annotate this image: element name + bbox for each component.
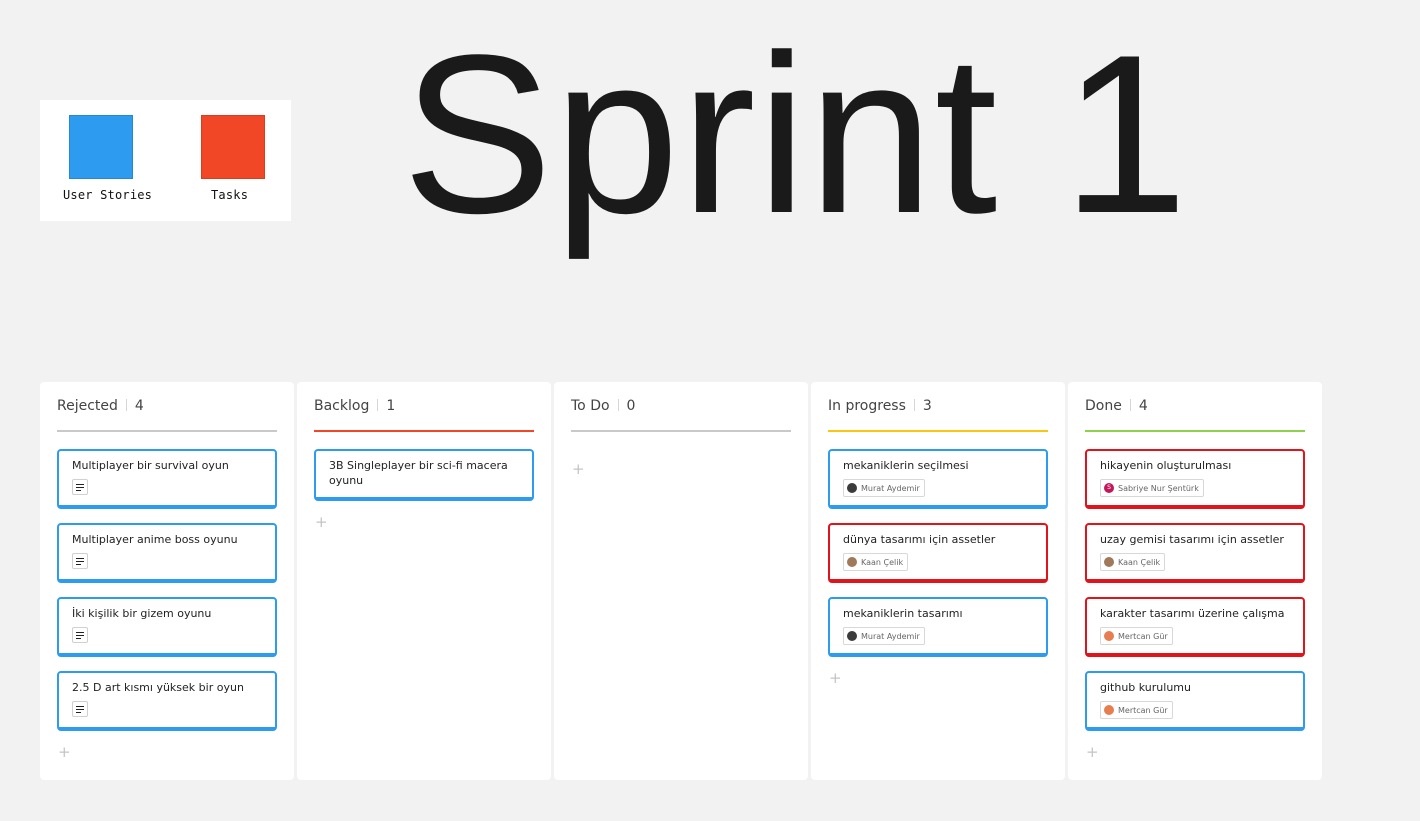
- assignee-chip[interactable]: S Sabriye Nur Şentürk: [1100, 479, 1204, 497]
- card-title: Multiplayer anime boss oyunu: [72, 533, 238, 546]
- column-count: 1: [386, 398, 396, 414]
- assignee-name: Murat Aydemir: [861, 631, 920, 641]
- card[interactable]: Multiplayer bir survival oyun: [57, 449, 277, 509]
- description-icon[interactable]: [72, 627, 88, 643]
- column-rejected: Rejected 4 Multiplayer bir survival oyun …: [40, 382, 294, 780]
- add-card-button[interactable]: +: [315, 515, 328, 530]
- avatar: [1104, 557, 1114, 567]
- add-card-button[interactable]: +: [829, 671, 842, 686]
- column-count: 0: [626, 398, 636, 414]
- add-card-button[interactable]: +: [572, 462, 585, 477]
- card[interactable]: karakter tasarımı üzerine çalışma Mertca…: [1085, 597, 1305, 657]
- card[interactable]: github kurulumu Mertcan Gür: [1085, 671, 1305, 731]
- add-card-button[interactable]: +: [58, 745, 71, 760]
- avatar: [1104, 631, 1114, 641]
- column-rule: [571, 430, 791, 432]
- column-rule: [314, 430, 534, 432]
- assignee-name: Mertcan Gür: [1118, 705, 1168, 715]
- column-header[interactable]: Backlog 1: [314, 398, 395, 414]
- column-rule: [828, 430, 1048, 432]
- column-done: Done 4 hikayenin oluşturulması S Sabriye …: [1068, 382, 1322, 780]
- card-title: dünya tasarımı için assetler: [843, 533, 996, 546]
- card-title: karakter tasarımı üzerine çalışma: [1100, 607, 1285, 620]
- assignee-name: Mertcan Gür: [1118, 631, 1168, 641]
- header-separator: [125, 399, 127, 411]
- avatar: S: [1104, 483, 1114, 493]
- sprint-title[interactable]: Sprint 1: [402, 14, 1189, 254]
- assignee-name: Sabriye Nur Şentürk: [1118, 483, 1199, 493]
- card-title: İki kişilik bir gizem oyunu: [72, 607, 212, 620]
- card-title: mekaniklerin seçilmesi: [843, 459, 969, 472]
- assignee-chip[interactable]: Murat Aydemir: [843, 479, 925, 497]
- card[interactable]: Multiplayer anime boss oyunu: [57, 523, 277, 583]
- header-separator: [617, 399, 619, 411]
- column-header[interactable]: Done 4: [1085, 398, 1148, 414]
- assignee-chip[interactable]: Murat Aydemir: [843, 627, 925, 645]
- header-separator: [913, 399, 915, 411]
- column-header[interactable]: Rejected 4: [57, 398, 144, 414]
- assignee-name: Kaan Çelik: [1118, 557, 1161, 567]
- user-stories-label: User Stories: [63, 188, 153, 202]
- tasks-label: Tasks: [211, 188, 249, 202]
- assignee-chip[interactable]: Mertcan Gür: [1100, 701, 1173, 719]
- column-title: Rejected: [57, 398, 118, 414]
- column-in-progress: In progress 3 mekaniklerin seçilmesi Mura…: [811, 382, 1065, 780]
- column-title: Done: [1085, 398, 1122, 414]
- card[interactable]: hikayenin oluşturulması S Sabriye Nur Şe…: [1085, 449, 1305, 509]
- card[interactable]: 2.5 D art kısmı yüksek bir oyun: [57, 671, 277, 731]
- user-stories-swatch: [69, 115, 133, 179]
- card[interactable]: uzay gemisi tasarımı için assetler Kaan …: [1085, 523, 1305, 583]
- description-icon[interactable]: [72, 553, 88, 569]
- kanban-board: Rejected 4 Multiplayer bir survival oyun …: [40, 382, 1324, 780]
- column-backlog: Backlog 1 3B Singleplayer bir sci-fi mace…: [297, 382, 551, 780]
- legend-panel: User Stories Tasks: [40, 100, 291, 221]
- assignee-name: Murat Aydemir: [861, 483, 920, 493]
- card-title: uzay gemisi tasarımı için assetler: [1100, 533, 1284, 546]
- column-todo: To Do 0 +: [554, 382, 808, 780]
- assignee-name: Kaan Çelik: [861, 557, 904, 567]
- avatar: [1104, 705, 1114, 715]
- header-separator: [377, 399, 379, 411]
- column-title: Backlog: [314, 398, 370, 414]
- column-title: To Do: [571, 398, 610, 414]
- description-icon[interactable]: [72, 479, 88, 495]
- avatar: [847, 557, 857, 567]
- card-title: mekaniklerin tasarımı: [843, 607, 963, 620]
- add-card-button[interactable]: +: [1086, 745, 1099, 760]
- header-separator: [1129, 399, 1131, 411]
- column-count: 4: [134, 398, 144, 414]
- card[interactable]: İki kişilik bir gizem oyunu: [57, 597, 277, 657]
- assignee-chip[interactable]: Kaan Çelik: [1100, 553, 1166, 571]
- column-rule: [1085, 430, 1305, 432]
- column-header[interactable]: In progress 3: [828, 398, 932, 414]
- avatar: [847, 631, 857, 641]
- card[interactable]: dünya tasarımı için assetler Kaan Çelik: [828, 523, 1048, 583]
- column-count: 3: [922, 398, 932, 414]
- column-count: 4: [1138, 398, 1148, 414]
- card-title: Multiplayer bir survival oyun: [72, 459, 229, 472]
- card-title: 3B Singleplayer bir sci-fi macera oyunu: [329, 459, 508, 487]
- card-title: 2.5 D art kısmı yüksek bir oyun: [72, 681, 244, 694]
- card[interactable]: mekaniklerin tasarımı Murat Aydemir: [828, 597, 1048, 657]
- avatar: [847, 483, 857, 493]
- card[interactable]: 3B Singleplayer bir sci-fi macera oyunu: [314, 449, 534, 501]
- description-icon[interactable]: [72, 701, 88, 717]
- card-title: hikayenin oluşturulması: [1100, 459, 1232, 472]
- column-header[interactable]: To Do 0: [571, 398, 635, 414]
- column-rule: [57, 430, 277, 432]
- card-title: github kurulumu: [1100, 681, 1191, 694]
- column-title: In progress: [828, 398, 906, 414]
- assignee-chip[interactable]: Mertcan Gür: [1100, 627, 1173, 645]
- tasks-swatch: [201, 115, 265, 179]
- card[interactable]: mekaniklerin seçilmesi Murat Aydemir: [828, 449, 1048, 509]
- assignee-chip[interactable]: Kaan Çelik: [843, 553, 909, 571]
